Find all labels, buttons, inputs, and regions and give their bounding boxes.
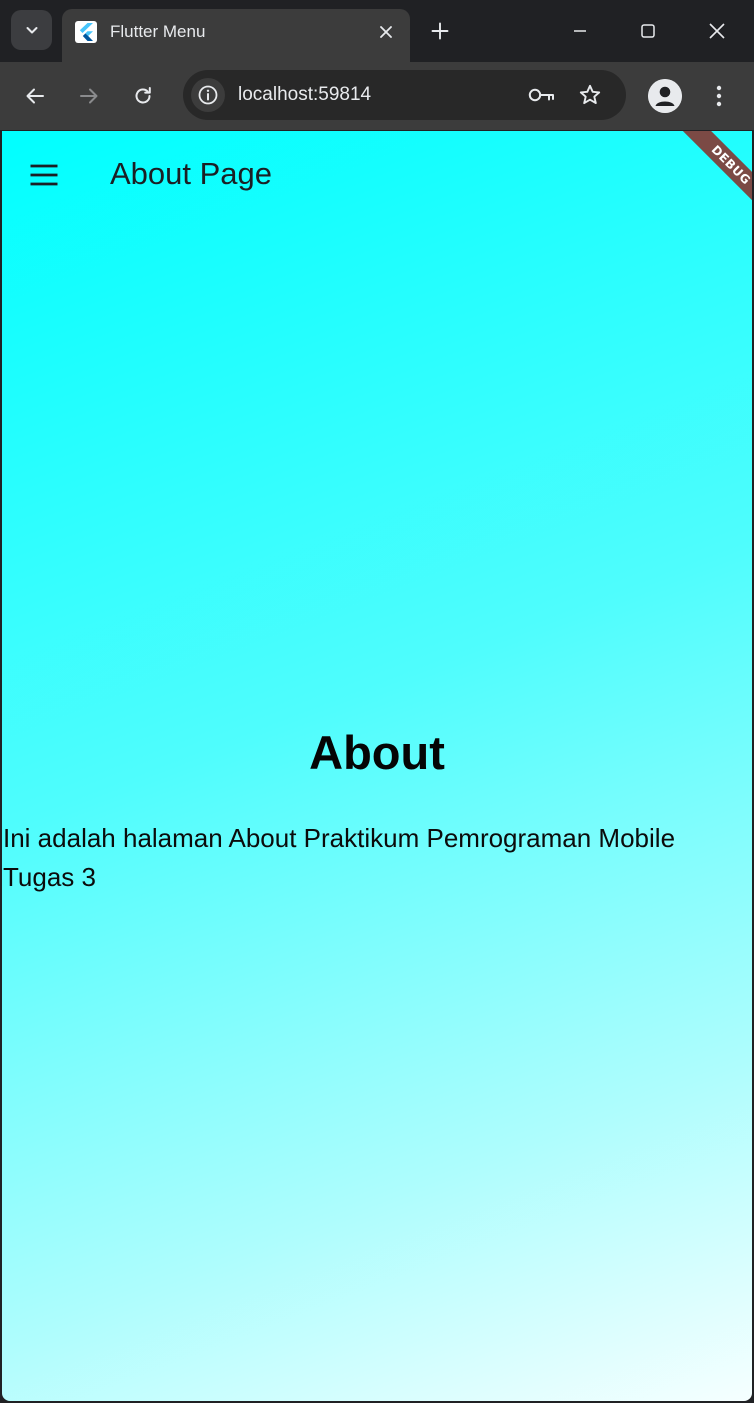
browser-window: Flutter Menu localhost:59814 About Page … [0, 0, 754, 1403]
close-icon [380, 26, 392, 38]
arrow-right-icon [80, 88, 98, 104]
flutter-logo-icon [75, 21, 97, 43]
maximize-button[interactable] [631, 14, 665, 48]
hamburger-menu-icon [30, 164, 58, 186]
arrow-left-icon [26, 88, 44, 104]
reload-icon [135, 87, 151, 104]
back-button[interactable] [18, 79, 52, 113]
url-text[interactable]: localhost:59814 [238, 83, 371, 107]
site-info-button[interactable] [191, 78, 225, 112]
new-tab-button[interactable] [426, 17, 454, 45]
maximize-icon [641, 24, 655, 38]
password-key-button[interactable] [526, 79, 558, 111]
profile-button[interactable] [648, 79, 682, 113]
person-icon [648, 79, 682, 113]
page-viewport: About Page DEBUG About Ini adalah halama… [2, 131, 752, 1401]
chevron-down-icon [26, 27, 37, 34]
tab-close-button[interactable] [374, 20, 398, 44]
debug-banner: DEBUG [670, 131, 752, 226]
appbar-title: About Page [110, 156, 273, 191]
browser-toolbar: localhost:59814 [0, 62, 754, 130]
drawer-menu-button[interactable] [22, 153, 66, 197]
tab-active[interactable]: Flutter Menu [62, 9, 410, 62]
address-bar[interactable]: localhost:59814 [183, 70, 626, 120]
close-window-button[interactable] [700, 14, 734, 48]
bookmark-button[interactable] [574, 79, 606, 111]
plus-icon [431, 22, 449, 40]
tab-title: Flutter Menu [110, 22, 206, 41]
star-icon [579, 84, 601, 105]
minimize-button[interactable] [563, 14, 597, 48]
about-description: Ini adalah halaman About Praktikum Pemro… [3, 823, 676, 892]
forward-button[interactable] [72, 79, 106, 113]
tab-strip: Flutter Menu [0, 0, 754, 62]
kebab-menu-icon [716, 85, 722, 107]
page-heading: About [309, 726, 445, 779]
key-icon [528, 88, 554, 102]
tab-search-button[interactable] [11, 10, 52, 50]
info-icon [198, 85, 218, 105]
browser-menu-button[interactable] [703, 79, 735, 113]
reload-button[interactable] [126, 79, 160, 113]
minimize-icon [574, 30, 586, 32]
close-icon [709, 23, 725, 39]
